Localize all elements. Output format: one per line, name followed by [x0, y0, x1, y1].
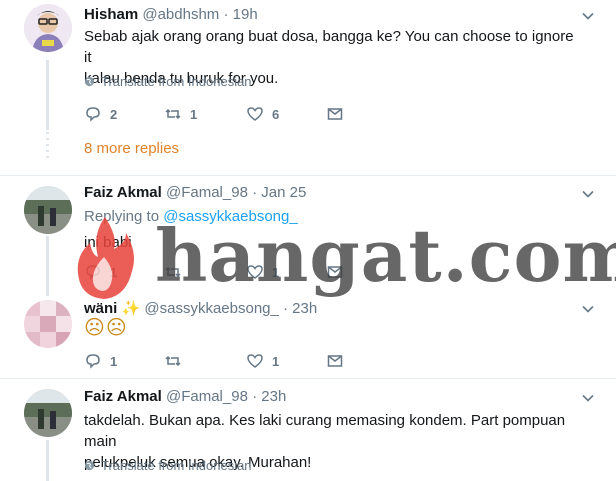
avatar[interactable]	[24, 389, 72, 437]
message-button[interactable]	[326, 351, 344, 371]
display-name[interactable]: wäni	[84, 300, 117, 317]
message-icon	[327, 266, 343, 278]
tweet-faiz-2[interactable]: Faiz Akmal @Famal_98 · 23h takdelah. Buk…	[0, 379, 616, 481]
replying-prefix: Replying to	[84, 208, 160, 225]
replying-to: Replying to @sassykkaebsong_	[84, 208, 298, 225]
tweet-header: wäni ✨ @sassykkaebsong_ · 23h	[84, 299, 317, 317]
tweet-header: Faiz Akmal @Famal_98 · 23h	[84, 388, 286, 405]
like-button[interactable]: 1	[246, 351, 279, 371]
timestamp[interactable]: · 23h	[283, 300, 317, 317]
retweet-icon	[165, 355, 181, 367]
tweet-text-line: takdelah. Bukan apa. Kes laki curang mem…	[84, 412, 566, 450]
like-button[interactable]: 6	[246, 104, 279, 124]
sparkle-icon: ✨	[121, 300, 141, 317]
retweet-count: 1	[190, 106, 198, 122]
handle[interactable]: @abdhshm	[142, 6, 219, 23]
tweet-text: ☹☹	[84, 317, 128, 339]
chevron-down-icon[interactable]	[582, 188, 594, 200]
like-button[interactable]: 1	[246, 262, 279, 282]
chevron-down-icon[interactable]	[582, 10, 594, 22]
translate-link[interactable]: Translate from Indonesian	[84, 458, 252, 473]
heart-icon	[247, 107, 263, 121]
avatar[interactable]	[24, 300, 72, 348]
timestamp[interactable]: · Jan 25	[252, 184, 306, 201]
message-icon	[327, 355, 343, 367]
retweet-icon	[165, 266, 181, 278]
tweet-hisham[interactable]: Hisham @abdhshm · 19h Sebab ajak orang o…	[0, 0, 616, 175]
reply-icon	[86, 354, 100, 369]
reply-icon	[86, 107, 100, 122]
retweet-icon	[165, 108, 181, 120]
tweet-faiz-1[interactable]: Faiz Akmal @Famal_98 · Jan 25 Replying t…	[0, 176, 616, 289]
message-button[interactable]	[326, 262, 344, 282]
chevron-down-icon[interactable]	[582, 303, 594, 315]
heart-icon	[247, 265, 263, 279]
globe-icon	[84, 460, 95, 471]
translate-link[interactable]: Translate from Indonesian	[84, 74, 252, 89]
avatar[interactable]	[24, 186, 72, 234]
more-replies-link[interactable]: 8 more replies	[84, 140, 179, 157]
reply-button[interactable]: 2	[84, 104, 117, 124]
reply-button[interactable]: 1	[84, 262, 117, 282]
globe-icon	[84, 76, 95, 87]
display-name[interactable]: Faiz Akmal	[84, 184, 162, 201]
retweet-button[interactable]	[164, 351, 190, 371]
like-count: 1	[272, 353, 280, 369]
message-button[interactable]	[326, 104, 344, 124]
reply-button[interactable]: 1	[84, 351, 117, 371]
timestamp[interactable]: · 23h	[252, 388, 286, 405]
heart-icon	[247, 354, 263, 368]
display-name[interactable]: Faiz Akmal	[84, 388, 162, 405]
handle[interactable]: @Famal_98	[166, 388, 248, 405]
retweet-button[interactable]	[164, 262, 190, 282]
tweet-text-line: Sebab ajak orang orang buat dosa, bangga…	[84, 28, 574, 66]
avatar[interactable]	[24, 4, 72, 52]
reply-count: 1	[110, 353, 118, 369]
like-count: 1	[272, 264, 280, 280]
chevron-down-icon[interactable]	[582, 392, 594, 404]
tweet-header: Hisham @abdhshm · 19h	[84, 6, 258, 23]
timestamp[interactable]: · 19h	[223, 6, 257, 23]
retweet-button[interactable]: 1	[164, 104, 197, 124]
handle[interactable]: @Famal_98	[166, 184, 248, 201]
tweet-wani[interactable]: wäni ✨ @sassykkaebsong_ · 23h ☹☹ 1 1	[0, 290, 616, 378]
reply-count: 1	[110, 264, 118, 280]
reply-icon	[86, 265, 100, 280]
translate-label: Translate from Indonesian	[101, 74, 252, 89]
tweet-text: ini babi	[84, 234, 132, 251]
message-icon	[327, 108, 343, 120]
like-count: 6	[272, 106, 280, 122]
translate-label: Translate from Indonesian	[101, 458, 252, 473]
tweet-header: Faiz Akmal @Famal_98 · Jan 25	[84, 184, 306, 201]
mention-link[interactable]: @sassykkaebsong_	[163, 208, 297, 225]
reply-count: 2	[110, 106, 118, 122]
display-name[interactable]: Hisham	[84, 6, 138, 23]
handle[interactable]: @sassykkaebsong_	[144, 300, 278, 317]
